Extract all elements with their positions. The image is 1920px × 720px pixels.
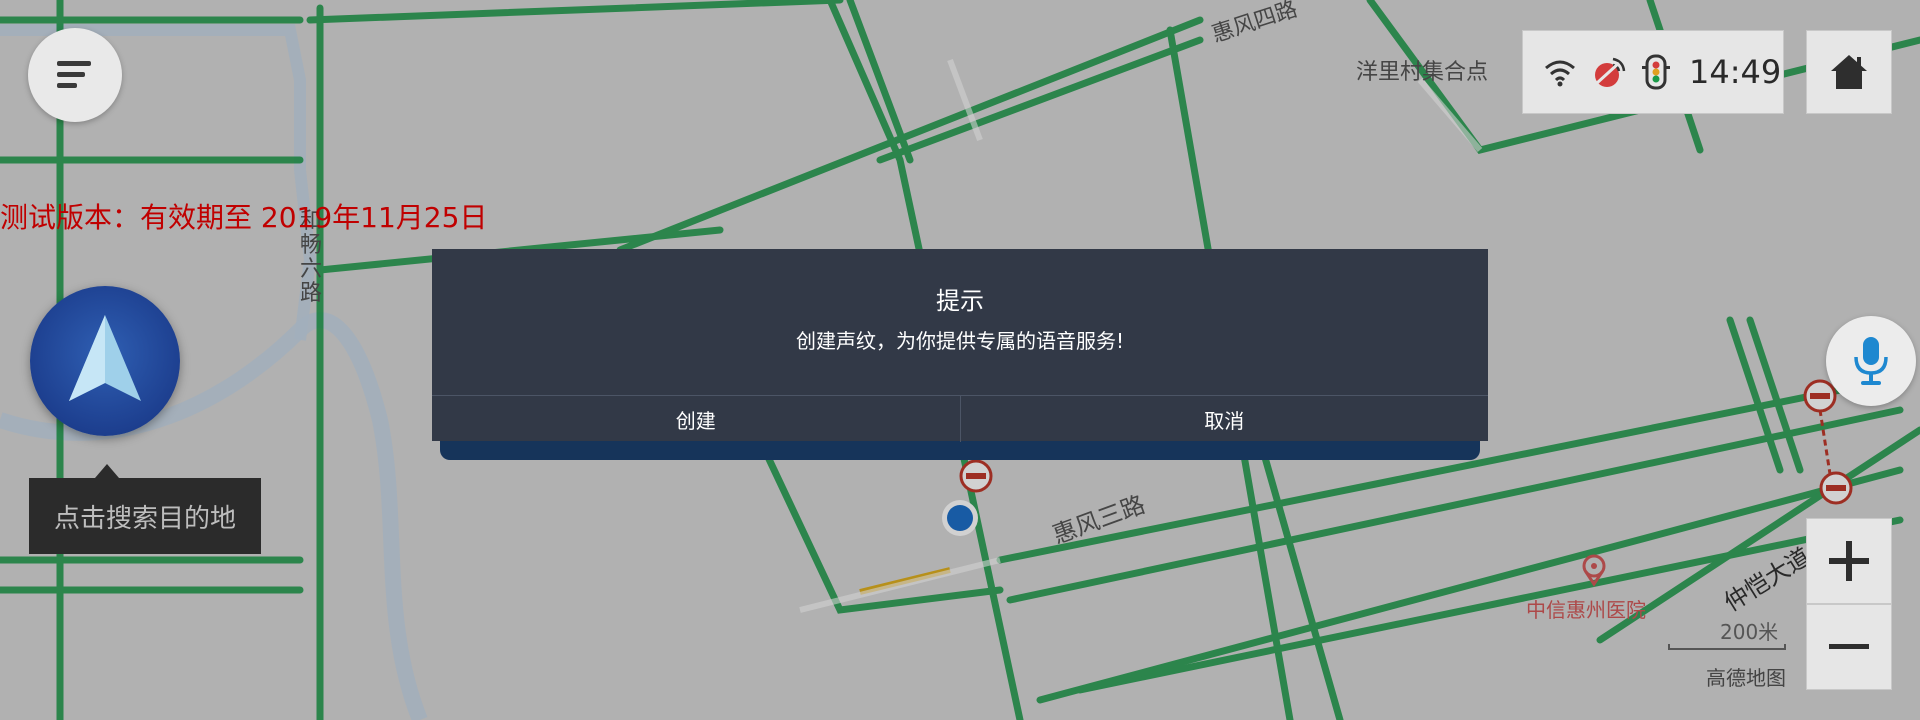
wifi-icon [1545,60,1575,87]
clock-time: 14:49 [1689,53,1782,91]
zoom-out-button[interactable] [1806,604,1892,690]
dialog-title: 提示 [936,287,984,315]
scale-bar [1668,644,1786,650]
dialog-message: 创建声纹，为你提供专属的语音服务! [795,329,1125,353]
scale-label: 200米 [1720,620,1779,644]
gps-signal-icon [1595,57,1626,87]
search-destination-tooltip[interactable]: 点击搜索目的地 [29,478,261,554]
dialog-button-row: 创建 取消 [432,395,1488,442]
test-version-notice: 测试版本：有效期至 2019年11月25日 [0,201,488,234]
voice-button[interactable] [1826,316,1916,406]
traffic-light-icon [1642,54,1670,90]
microphone-icon [1854,337,1888,385]
cancel-button[interactable]: 取消 [959,396,1489,442]
minus-icon [1829,644,1869,649]
home-button[interactable] [1806,30,1892,114]
map-brand-label: 高德地图 [1706,666,1786,690]
create-button[interactable]: 创建 [432,396,960,442]
menu-button[interactable] [28,28,122,122]
navigation-arrow-icon [69,315,141,401]
plus-icon [1829,541,1869,581]
home-icon [1831,55,1867,89]
menu-icon [57,61,91,88]
tooltip-arrow [95,464,119,478]
status-bar: 14:49 [1522,30,1784,114]
voiceprint-prompt-dialog: 提示 创建声纹，为你提供专属的语音服务! 创建 取消 [432,249,1488,442]
zoom-in-button[interactable] [1806,518,1892,604]
navigation-button[interactable] [30,286,180,436]
